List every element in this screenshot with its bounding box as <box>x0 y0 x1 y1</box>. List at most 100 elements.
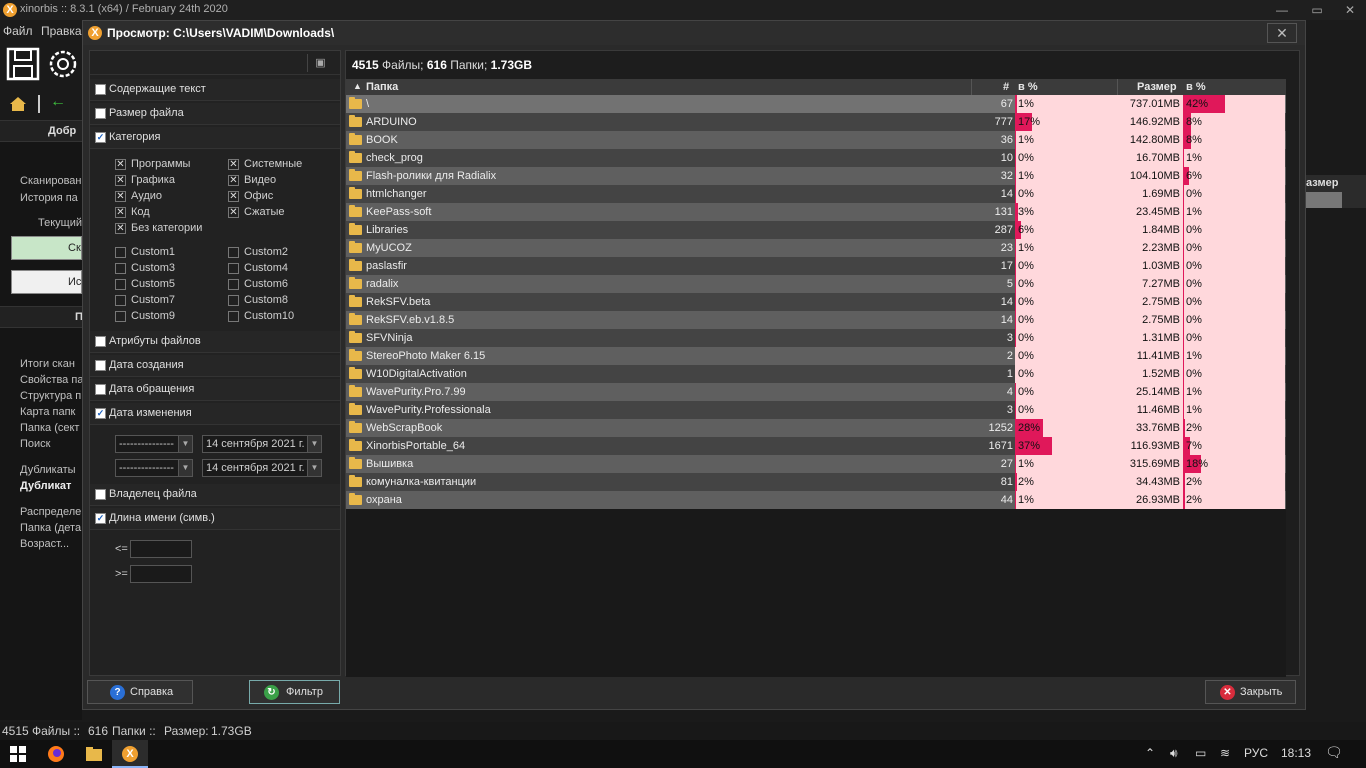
link-folder-map[interactable]: Карта папк <box>20 406 82 418</box>
language-indicator[interactable]: РУС <box>1244 746 1268 760</box>
close-icon[interactable]: ✕ <box>1338 2 1362 18</box>
link-scan[interactable]: Сканирован <box>20 175 82 187</box>
category-checkbox[interactable] <box>95 132 106 143</box>
link-age[interactable]: Возраст... <box>20 538 82 550</box>
table-row[interactable]: \ 67 1% 737.01MB 42% <box>346 95 1286 113</box>
table-row[interactable]: StereoPhoto Maker 6.15 2 0% 11.41MB 1% <box>346 347 1286 365</box>
filter-category[interactable]: Категория <box>90 127 340 149</box>
filter-modified[interactable]: Дата изменения <box>90 403 340 425</box>
clock[interactable]: 18:13 <box>1281 746 1311 760</box>
filter-attributes[interactable]: Атрибуты файлов <box>90 331 340 353</box>
windows-start-icon[interactable] <box>8 744 28 764</box>
table-row[interactable]: WavePurity.Pro.7.99 4 0% 25.14MB 1% <box>346 383 1286 401</box>
filter-image-icon[interactable]: ▣ <box>307 54 333 72</box>
filter-created[interactable]: Дата создания <box>90 355 340 377</box>
filter-button[interactable]: ↻ Фильтр <box>249 680 340 704</box>
link-history[interactable]: История па <box>20 192 82 204</box>
custom-category-checkbox-6[interactable] <box>228 279 239 290</box>
filter-owner[interactable]: Владелец файла <box>90 484 340 506</box>
help-button[interactable]: ? Справка <box>87 680 193 704</box>
file-size-checkbox[interactable] <box>95 108 106 119</box>
scan-button[interactable]: Ск <box>11 236 82 260</box>
save-icon[interactable] <box>6 47 40 81</box>
table-row[interactable]: WebScrapBook 1252 28% 33.76MB 2% <box>346 419 1286 437</box>
date-operator-select-2[interactable]: --------------- ▼ <box>115 459 193 477</box>
link-folder-details[interactable]: Папка (дета <box>20 522 82 534</box>
link-summary[interactable]: Итоги скан <box>20 358 82 370</box>
custom-category-checkbox-2[interactable] <box>228 247 239 258</box>
filter-file-size[interactable]: Размер файла <box>90 103 340 125</box>
back-arrow-icon[interactable]: ← <box>50 93 66 111</box>
custom-category-checkbox-4[interactable] <box>228 263 239 274</box>
table-row[interactable]: комуналка-квитанции 81 2% 34.43MB 2% <box>346 473 1286 491</box>
link-duplicates-bold[interactable]: Дубликат <box>20 480 82 492</box>
col-count-pct[interactable]: в % <box>1018 81 1038 93</box>
table-row[interactable]: htmlchanger 14 0% 1.69MB 0% <box>346 185 1286 203</box>
custom-category-checkbox-3[interactable] <box>115 263 126 274</box>
filter-contains-text[interactable]: Содержащие текст <box>90 79 340 101</box>
home-icon[interactable] <box>9 96 27 112</box>
table-row[interactable]: RekSFV.beta 14 0% 2.75MB 0% <box>346 293 1286 311</box>
filter-accessed[interactable]: Дата обращения <box>90 379 340 401</box>
modified-checkbox[interactable] <box>95 408 106 419</box>
table-row[interactable]: KeePass-soft 131 3% 23.45MB 1% <box>346 203 1286 221</box>
custom-category-checkbox-1[interactable] <box>115 247 126 258</box>
custom-category-checkbox-5[interactable] <box>115 279 126 290</box>
table-row[interactable]: W10DigitalActivation 1 0% 1.52MB 0% <box>346 365 1286 383</box>
created-checkbox[interactable] <box>95 360 106 371</box>
contains-text-checkbox[interactable] <box>95 84 106 95</box>
minimize-icon[interactable]: — <box>1270 2 1294 18</box>
menu-edit[interactable]: Правка <box>41 24 82 38</box>
owner-checkbox[interactable] <box>95 489 106 500</box>
name-length-checkbox[interactable] <box>95 513 106 524</box>
col-folder[interactable]: Папка <box>366 81 398 93</box>
category-checkbox-3[interactable] <box>115 175 126 186</box>
table-row[interactable]: SFVNinja 3 0% 1.31MB 0% <box>346 329 1286 347</box>
table-row[interactable]: RekSFV.eb.v1.8.5 14 0% 2.75MB 0% <box>346 311 1286 329</box>
table-row[interactable]: Libraries 287 6% 1.84MB 0% <box>346 221 1286 239</box>
accessed-checkbox[interactable] <box>95 384 106 395</box>
table-row[interactable]: MyUCOZ 23 1% 2.23MB 0% <box>346 239 1286 257</box>
maximize-icon[interactable]: ▭ <box>1305 2 1329 18</box>
custom-category-checkbox-7[interactable] <box>115 295 126 306</box>
table-row[interactable]: WavePurity.Professionala 3 0% 11.46MB 1% <box>346 401 1286 419</box>
col-count[interactable]: # <box>1003 81 1009 93</box>
wifi-icon[interactable]: ≋ <box>1220 746 1230 760</box>
category-checkbox-6[interactable] <box>228 191 239 202</box>
history-button[interactable]: Ис <box>11 270 82 294</box>
table-row[interactable]: check_prog 10 0% 16.70MB 1% <box>346 149 1286 167</box>
custom-category-checkbox-10[interactable] <box>228 311 239 322</box>
col-size-pct[interactable]: в % <box>1186 81 1206 93</box>
date-picker-2[interactable]: 14 сентября 2021 г. ▼ <box>202 459 322 477</box>
category-checkbox-2[interactable] <box>228 159 239 170</box>
table-row[interactable]: paslasfir 17 0% 1.03MB 0% <box>346 257 1286 275</box>
link-duplicates[interactable]: Дубликаты <box>20 464 82 476</box>
table-row[interactable]: radalix 5 0% 7.27MB 0% <box>346 275 1286 293</box>
link-search[interactable]: Поиск <box>20 438 82 450</box>
table-row[interactable]: охрана 44 1% 26.93MB 2% <box>346 491 1286 509</box>
custom-category-checkbox-9[interactable] <box>115 311 126 322</box>
category-checkbox-8[interactable] <box>228 207 239 218</box>
col-size[interactable]: Размер <box>1137 81 1177 93</box>
name-length-max-input[interactable] <box>130 540 192 558</box>
date-operator-select-1[interactable]: --------------- ▼ <box>115 435 193 453</box>
category-checkbox-7[interactable] <box>115 207 126 218</box>
name-length-min-input[interactable] <box>130 565 192 583</box>
category-checkbox-4[interactable] <box>228 175 239 186</box>
filter-name-length[interactable]: Длина имени (симв.) <box>90 508 340 530</box>
battery-icon[interactable]: ▭ <box>1195 746 1206 760</box>
firefox-icon[interactable] <box>46 744 66 764</box>
dialog-close-button[interactable]: ✕ <box>1267 23 1297 43</box>
date-picker-1[interactable]: 14 сентября 2021 г. ▼ <box>202 435 322 453</box>
close-button[interactable]: ✕ Закрыть <box>1205 680 1296 704</box>
chevron-up-icon[interactable]: ⌃ <box>1145 746 1155 760</box>
link-properties[interactable]: Свойства па <box>20 374 82 386</box>
link-distribution[interactable]: Распределе <box>20 506 82 518</box>
table-row[interactable]: Вышивка 27 1% 315.69MB 18% <box>346 455 1286 473</box>
category-checkbox-5[interactable] <box>115 191 126 202</box>
volume-icon[interactable]: 🔊︎ <box>1170 746 1178 761</box>
menu-file[interactable]: Файл <box>3 24 33 38</box>
category-checkbox-1[interactable] <box>115 159 126 170</box>
category-checkbox-9[interactable] <box>115 223 126 234</box>
table-row[interactable]: XinorbisPortable_64 1671 37% 116.93MB 7% <box>346 437 1286 455</box>
